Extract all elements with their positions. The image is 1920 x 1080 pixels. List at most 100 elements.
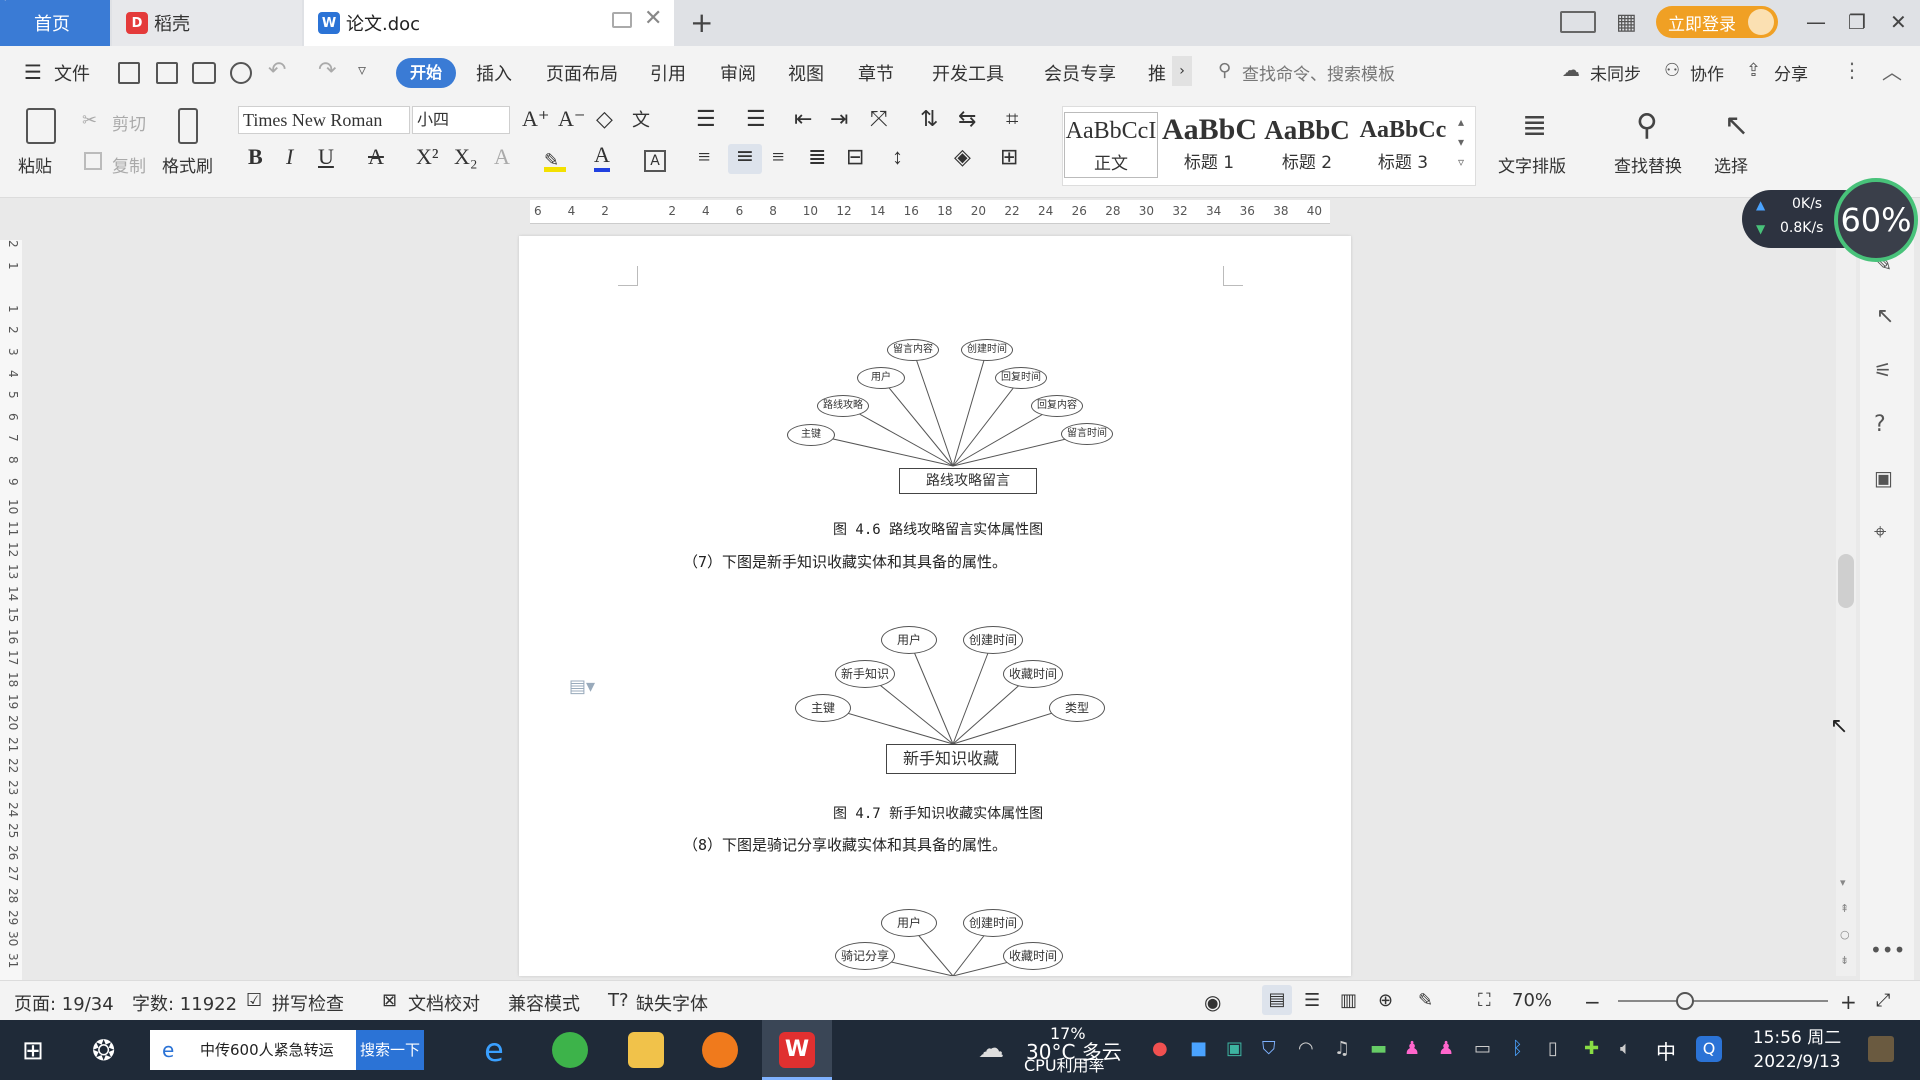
align-left-icon[interactable]: ≡ bbox=[698, 144, 710, 170]
ime-indicator[interactable]: 中 bbox=[1656, 1036, 1676, 1065]
align-center-icon[interactable]: ≡ bbox=[728, 144, 762, 174]
style-heading2[interactable]: AaBbC 标题 2 bbox=[1260, 112, 1354, 178]
paragraph[interactable]: （7）下图是新手知识收藏实体和其具备的属性。 bbox=[683, 551, 1007, 572]
font-color-icon[interactable]: A bbox=[594, 142, 610, 172]
show-marks-icon[interactable]: ⌗ bbox=[1006, 106, 1018, 132]
new-tab-icon[interactable]: + bbox=[690, 6, 713, 39]
browser-360-icon[interactable] bbox=[552, 1032, 588, 1068]
share-button[interactable]: 分享 bbox=[1774, 60, 1808, 85]
print-icon[interactable] bbox=[192, 62, 216, 84]
more-tools-icon[interactable]: ••• bbox=[1870, 938, 1905, 962]
usb-icon[interactable]: ▯ bbox=[1548, 1038, 1558, 1059]
zoom-slider-thumb[interactable] bbox=[1676, 992, 1694, 1010]
login-button[interactable]: 立即登录 bbox=[1656, 6, 1778, 38]
menu-member[interactable]: 会员专享 bbox=[1044, 60, 1116, 86]
numbered-list-icon[interactable]: ☰ bbox=[746, 106, 766, 132]
print-preview-icon[interactable] bbox=[230, 62, 252, 84]
paragraph[interactable]: （8）下图是骑记分享收藏实体和其具备的属性。 bbox=[683, 834, 1007, 855]
italic-icon[interactable]: I bbox=[286, 144, 293, 170]
format-painter-button[interactable]: 格式刷 bbox=[162, 152, 213, 177]
bold-icon[interactable]: B bbox=[248, 144, 263, 170]
menu-file[interactable]: 文件 bbox=[54, 60, 90, 86]
windows-start-icon[interactable]: ⊞ bbox=[22, 1036, 44, 1066]
bell-icon[interactable]: ♫ bbox=[1334, 1038, 1350, 1059]
align-right-icon[interactable]: ≡ bbox=[772, 144, 784, 170]
collab-button[interactable]: 协作 bbox=[1690, 60, 1724, 85]
outline-view-icon[interactable]: ☰ bbox=[1304, 990, 1320, 1011]
superscript-icon[interactable]: X² bbox=[416, 144, 438, 170]
minimize-icon[interactable]: — bbox=[1806, 10, 1826, 34]
tray-app-icon[interactable]: ▬ bbox=[1370, 1038, 1387, 1059]
vertical-scrollbar[interactable]: ▾ ⇞ ○ ⇟ bbox=[1836, 240, 1856, 976]
style-heading1[interactable]: AaBbC 标题 1 bbox=[1162, 112, 1256, 178]
write-view-icon[interactable]: ✎ bbox=[1418, 990, 1433, 1011]
close-tab-icon[interactable]: ✕ bbox=[644, 6, 662, 31]
undo-icon[interactable]: ↶ bbox=[268, 58, 286, 83]
tray-app-icon[interactable]: ✚ bbox=[1584, 1038, 1599, 1059]
ie-browser-icon[interactable]: e bbox=[476, 1032, 512, 1068]
chinese-layout-icon[interactable]: ⤧ bbox=[870, 106, 888, 132]
more-options-icon[interactable]: ⋮ bbox=[1842, 58, 1862, 82]
monitor-icon[interactable] bbox=[612, 12, 632, 28]
tab-home[interactable]: 首页 bbox=[6, 0, 110, 46]
proofread-button[interactable]: 文档校对 bbox=[408, 990, 480, 1016]
restore-icon[interactable]: ❐ bbox=[1848, 10, 1866, 34]
select-button[interactable]: 选择 bbox=[1714, 152, 1748, 177]
zoom-slider[interactable] bbox=[1618, 992, 1828, 1010]
page-view-icon[interactable]: ▤ bbox=[1262, 985, 1292, 1015]
command-search-input[interactable]: 查找命令、搜索模板 bbox=[1242, 60, 1395, 85]
menu-start[interactable]: 开始 bbox=[396, 58, 456, 88]
font-size-select[interactable]: 小四 bbox=[412, 106, 510, 134]
style-normal[interactable]: AaBbCcI 正文 bbox=[1064, 112, 1158, 178]
text-effect-icon[interactable]: A bbox=[494, 144, 510, 170]
qq-icon[interactable]: ♟ bbox=[1438, 1038, 1454, 1059]
hamburger-icon[interactable]: ☰ bbox=[24, 60, 42, 84]
game-app-icon[interactable] bbox=[702, 1032, 738, 1068]
clock[interactable]: 15:56 周二 2022/9/13 bbox=[1742, 1026, 1852, 1074]
decrease-indent-icon[interactable]: ⇤ bbox=[794, 106, 812, 132]
export-pdf-icon[interactable] bbox=[156, 62, 178, 84]
horizontal-ruler[interactable]: 6 4 2 2 4 6 8 10 12 14 16 18 20 22 24 26 28 30 32 34 36 38 40 bbox=[530, 200, 1330, 224]
fit-page-icon[interactable]: ⛶ bbox=[1478, 990, 1491, 1011]
menu-page-layout[interactable]: 页面布局 bbox=[546, 60, 618, 86]
redo-icon[interactable]: ↷ bbox=[318, 58, 336, 83]
tab-document[interactable]: W 论文.doc ✕ bbox=[304, 0, 674, 46]
line-spacing-icon[interactable]: ↕ bbox=[892, 144, 903, 170]
clear-format-icon[interactable]: ◇ bbox=[596, 106, 613, 132]
save-icon[interactable] bbox=[118, 62, 140, 84]
menu-references[interactable]: 引用 bbox=[650, 60, 686, 86]
spellcheck-button[interactable]: 拼写检查 bbox=[272, 990, 344, 1016]
bullet-list-icon[interactable]: ☰ bbox=[696, 106, 716, 132]
pointer-icon[interactable]: ↖ bbox=[1876, 304, 1894, 329]
text-layout-button[interactable]: 文字排版 bbox=[1498, 152, 1566, 177]
menu-chapter[interactable]: 章节 bbox=[858, 60, 894, 86]
shrink-font-icon[interactable]: A⁻ bbox=[558, 106, 586, 132]
collapse-ribbon-icon[interactable]: ︿ bbox=[1882, 56, 1902, 85]
grid-apps-icon[interactable]: ▦ bbox=[1616, 10, 1637, 35]
cpu-gauge[interactable]: 60% bbox=[1834, 178, 1918, 262]
notification-center-icon[interactable] bbox=[1868, 1036, 1894, 1062]
cut-button[interactable]: 剪切 bbox=[112, 110, 146, 135]
borders-icon[interactable]: ⊞ bbox=[1000, 144, 1018, 170]
vertical-ruler[interactable]: 2 1 1 2 3 4 5 6 7 8 9 10 11 12 13 14 15 16 17 18 19 20 21 22 23 2… bbox=[0, 240, 22, 980]
tray-app-icon[interactable]: ● bbox=[1152, 1038, 1168, 1059]
quick-access-dropdown-icon[interactable]: ▿ bbox=[358, 60, 366, 79]
battery-icon[interactable]: ▭ bbox=[1474, 1038, 1491, 1059]
sort-icon[interactable]: ⇅ bbox=[920, 106, 938, 132]
menu-developer[interactable]: 开发工具 bbox=[932, 60, 1004, 86]
zoom-out-icon[interactable]: − bbox=[1584, 990, 1601, 1014]
increase-indent-icon[interactable]: ⇥ bbox=[830, 106, 848, 132]
word-count[interactable]: 字数: 11922 bbox=[132, 990, 237, 1016]
image-tools-icon[interactable]: ▣ bbox=[1874, 466, 1893, 490]
menu-review[interactable]: 审阅 bbox=[720, 60, 756, 86]
justify-icon[interactable]: ≣ bbox=[808, 144, 826, 170]
char-border-icon[interactable]: A bbox=[644, 150, 666, 172]
tray-app-icon[interactable]: ▣ bbox=[1226, 1038, 1243, 1059]
wps-taskbar-item[interactable]: W bbox=[762, 1020, 832, 1080]
menu-view[interactable]: 视图 bbox=[788, 60, 824, 86]
reading-view-icon[interactable]: ▥ bbox=[1340, 990, 1357, 1011]
unsynced-button[interactable]: 未同步 bbox=[1590, 60, 1641, 85]
page-indicator[interactable]: 页面: 19/34 bbox=[14, 990, 114, 1016]
menu-recommend[interactable]: 推 bbox=[1148, 60, 1166, 86]
text-direction-icon[interactable]: ⇆ bbox=[958, 106, 976, 132]
